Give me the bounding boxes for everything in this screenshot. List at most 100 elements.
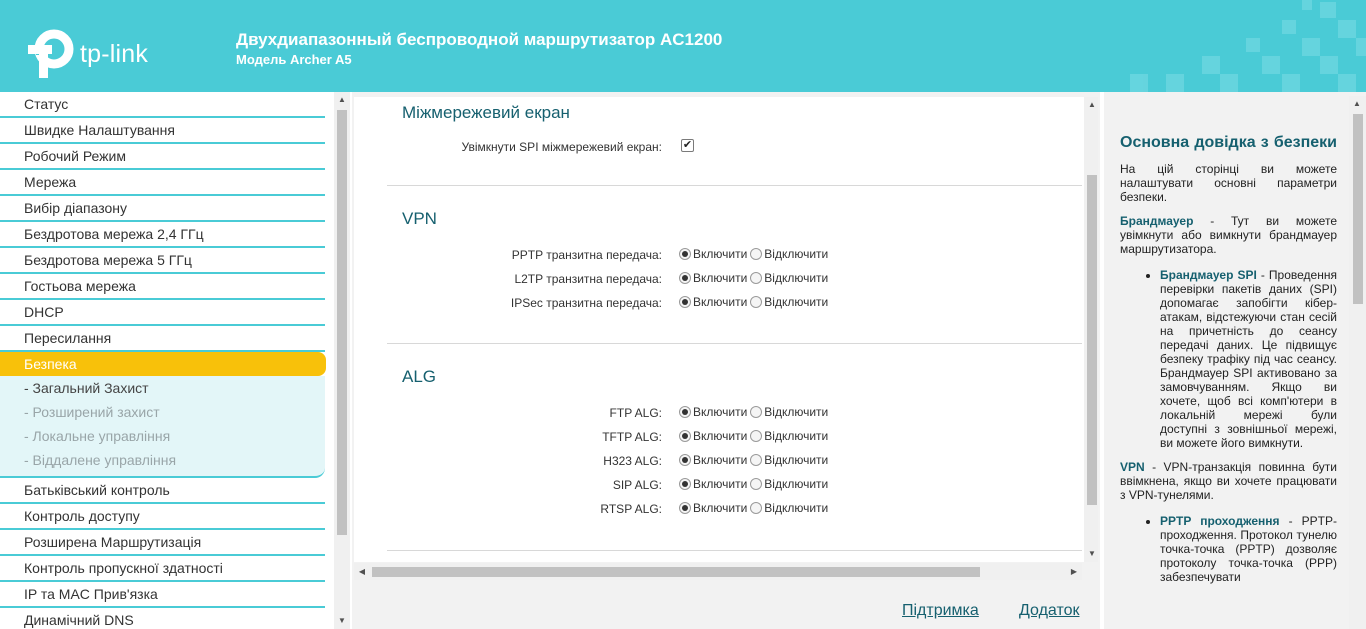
nav-item-security[interactable]: Безпека xyxy=(0,352,326,376)
enable-radio-label[interactable]: Включити xyxy=(693,271,747,285)
logo-wordmark: tp-link xyxy=(80,40,149,68)
disable-radio[interactable] xyxy=(750,502,763,514)
disable-radio[interactable] xyxy=(750,248,763,260)
nav-item-parental-control[interactable]: Батьківський контроль xyxy=(0,478,325,504)
content-vertical-scrollbar[interactable]: ▲ ▼ xyxy=(1084,97,1098,562)
nav-item-band-select[interactable]: Вибір діапазону xyxy=(0,196,325,222)
nav-item-wireless-24[interactable]: Бездротова мережа 2,4 ГГц xyxy=(0,222,325,248)
alg-row-label: SIP ALG: xyxy=(612,478,662,492)
router-admin-page: tp-link Двухдиапазонный беспроводной мар… xyxy=(0,0,1366,629)
settings-content: Міжмережевий екран Увімкнути SPI міжмере… xyxy=(354,97,1098,562)
enable-radio-label[interactable]: Включити xyxy=(693,295,747,309)
disable-radio[interactable] xyxy=(750,478,763,490)
alg-row-label: FTP ALG: xyxy=(609,406,662,420)
sidebar-scroll-thumb[interactable] xyxy=(337,110,347,535)
addendum-link[interactable]: Додаток xyxy=(1019,602,1080,620)
help-term-pptp: PPTP проходження xyxy=(1160,514,1280,528)
section-divider xyxy=(387,185,1082,186)
nav-sub-basic-security[interactable]: - Загальний Захист xyxy=(0,376,325,400)
spi-firewall-checkbox[interactable]: ✔ xyxy=(681,139,694,152)
sidebar-scrollbar[interactable]: ▲ ▼ xyxy=(334,92,350,629)
scroll-down-arrow-icon[interactable]: ▼ xyxy=(334,613,350,629)
help-scrollbar[interactable]: ▲ xyxy=(1349,96,1366,629)
section-divider xyxy=(387,550,1082,551)
nav-item-dhcp[interactable]: DHCP xyxy=(0,300,325,326)
vpn-row-options: Включити Відключити xyxy=(679,295,828,309)
tp-link-logo: tp-link xyxy=(24,27,164,79)
alg-row-options: Включити Відключити xyxy=(679,477,828,491)
scroll-up-arrow-icon[interactable]: ▲ xyxy=(1349,96,1365,112)
nav-item-forwarding[interactable]: Пересилання xyxy=(0,326,325,352)
enable-radio[interactable] xyxy=(679,248,691,260)
nav-item-network[interactable]: Мережа xyxy=(0,170,325,196)
content-scroll-thumb[interactable] xyxy=(1087,175,1097,505)
nav-item-operation-mode[interactable]: Робочий Режим xyxy=(0,144,325,170)
content-horizontal-scrollbar[interactable]: ◀ ▶ xyxy=(354,563,1082,580)
disable-radio[interactable] xyxy=(750,272,763,284)
vpn-row-label: IPSec транзитна передача: xyxy=(510,296,662,310)
enable-radio-label[interactable]: Включити xyxy=(693,501,747,515)
vpn-row-label: PPTP транзитна передача: xyxy=(511,248,662,262)
nav-list: Статус Швидке Налаштування Робочий Режим… xyxy=(0,92,326,629)
disable-radio-label[interactable]: Відключити xyxy=(764,247,828,261)
help-spi-item: Брандмауер SPI - Проведення перевірки па… xyxy=(1160,268,1337,450)
main-panel: Міжмережевий екран Увімкнути SPI міжмере… xyxy=(352,92,1100,629)
alg-row-label: RTSP ALG: xyxy=(600,502,662,516)
help-firewall-list: Брандмауер SPI - Проведення перевірки па… xyxy=(1120,268,1337,450)
enable-radio-label[interactable]: Включити xyxy=(693,247,747,261)
help-vpn-text: - VPN-транзакція повинна бути ввімкнена,… xyxy=(1120,460,1337,502)
nav-sub-advanced-security[interactable]: - Розширений захист xyxy=(0,400,325,424)
scroll-right-arrow-icon[interactable]: ▶ xyxy=(1066,564,1082,580)
disable-radio[interactable] xyxy=(750,296,763,308)
enable-radio[interactable] xyxy=(679,430,691,442)
disable-radio-label[interactable]: Відключити xyxy=(764,477,828,491)
disable-radio-label[interactable]: Відключити xyxy=(764,271,828,285)
firewall-section-title: Міжмережевий екран xyxy=(402,103,570,122)
alg-section-title: ALG xyxy=(402,367,437,386)
scroll-up-arrow-icon[interactable]: ▲ xyxy=(334,92,350,108)
header-bar: tp-link Двухдиапазонный беспроводной мар… xyxy=(0,0,1366,92)
nav-item-dynamic-dns[interactable]: Динамічний DNS xyxy=(0,608,325,629)
nav-item-advanced-routing[interactable]: Розширена Маршрутизація xyxy=(0,530,325,556)
nav-item-access-control[interactable]: Контроль доступу xyxy=(0,504,325,530)
nav-item-wireless-5[interactable]: Бездротова мережа 5 ГГц xyxy=(0,248,325,274)
nav-sub-local-management[interactable]: - Локальне управління xyxy=(0,424,325,448)
nav-item-bandwidth-control[interactable]: Контроль пропускної здатності xyxy=(0,556,325,582)
disable-radio-label[interactable]: Відключити xyxy=(764,429,828,443)
help-firewall-paragraph: Брандмауер - Тут ви можете увімкнути або… xyxy=(1120,214,1337,256)
nav-item-quick-setup[interactable]: Швидке Налаштування xyxy=(0,118,325,144)
help-term-firewall: Брандмауер xyxy=(1120,214,1194,228)
scroll-left-arrow-icon[interactable]: ◀ xyxy=(354,564,370,580)
support-link[interactable]: Підтримка xyxy=(902,602,979,620)
enable-radio-label[interactable]: Включити xyxy=(693,429,747,443)
enable-radio-label[interactable]: Включити xyxy=(693,453,747,467)
enable-radio[interactable] xyxy=(679,406,691,418)
disable-radio-label[interactable]: Відключити xyxy=(764,501,828,515)
scroll-up-arrow-icon[interactable]: ▲ xyxy=(1084,97,1098,113)
enable-radio[interactable] xyxy=(679,296,691,308)
horizontal-scroll-thumb[interactable] xyxy=(372,567,980,577)
nav-item-guest-network[interactable]: Гостьова мережа xyxy=(0,274,325,300)
disable-radio-label[interactable]: Відключити xyxy=(764,453,828,467)
scroll-down-arrow-icon[interactable]: ▼ xyxy=(1084,546,1098,562)
help-scroll-thumb[interactable] xyxy=(1353,114,1363,304)
disable-radio[interactable] xyxy=(750,454,763,466)
enable-radio[interactable] xyxy=(679,454,691,466)
enable-radio[interactable] xyxy=(679,502,691,514)
sidebar-nav: Статус Швидке Налаштування Робочий Режим… xyxy=(0,92,334,629)
help-title: Основна довідка з безпеки xyxy=(1120,134,1337,151)
enable-radio-label[interactable]: Включити xyxy=(693,477,747,491)
nav-item-status[interactable]: Статус xyxy=(0,92,325,118)
enable-radio-label[interactable]: Включити xyxy=(693,405,747,419)
enable-radio[interactable] xyxy=(679,478,691,490)
enable-radio[interactable] xyxy=(679,272,691,284)
header-decoration xyxy=(1130,0,1366,92)
disable-radio[interactable] xyxy=(750,430,763,442)
security-submenu: - Загальний Захист - Розширений захист -… xyxy=(0,376,325,478)
model-name: Модель Archer A5 xyxy=(236,52,352,67)
disable-radio-label[interactable]: Відключити xyxy=(764,405,828,419)
disable-radio[interactable] xyxy=(750,406,763,418)
disable-radio-label[interactable]: Відключити xyxy=(764,295,828,309)
nav-sub-remote-management[interactable]: - Віддалене управління xyxy=(0,448,325,472)
nav-item-ip-mac-binding[interactable]: IP та MAC Прив'язка xyxy=(0,582,325,608)
